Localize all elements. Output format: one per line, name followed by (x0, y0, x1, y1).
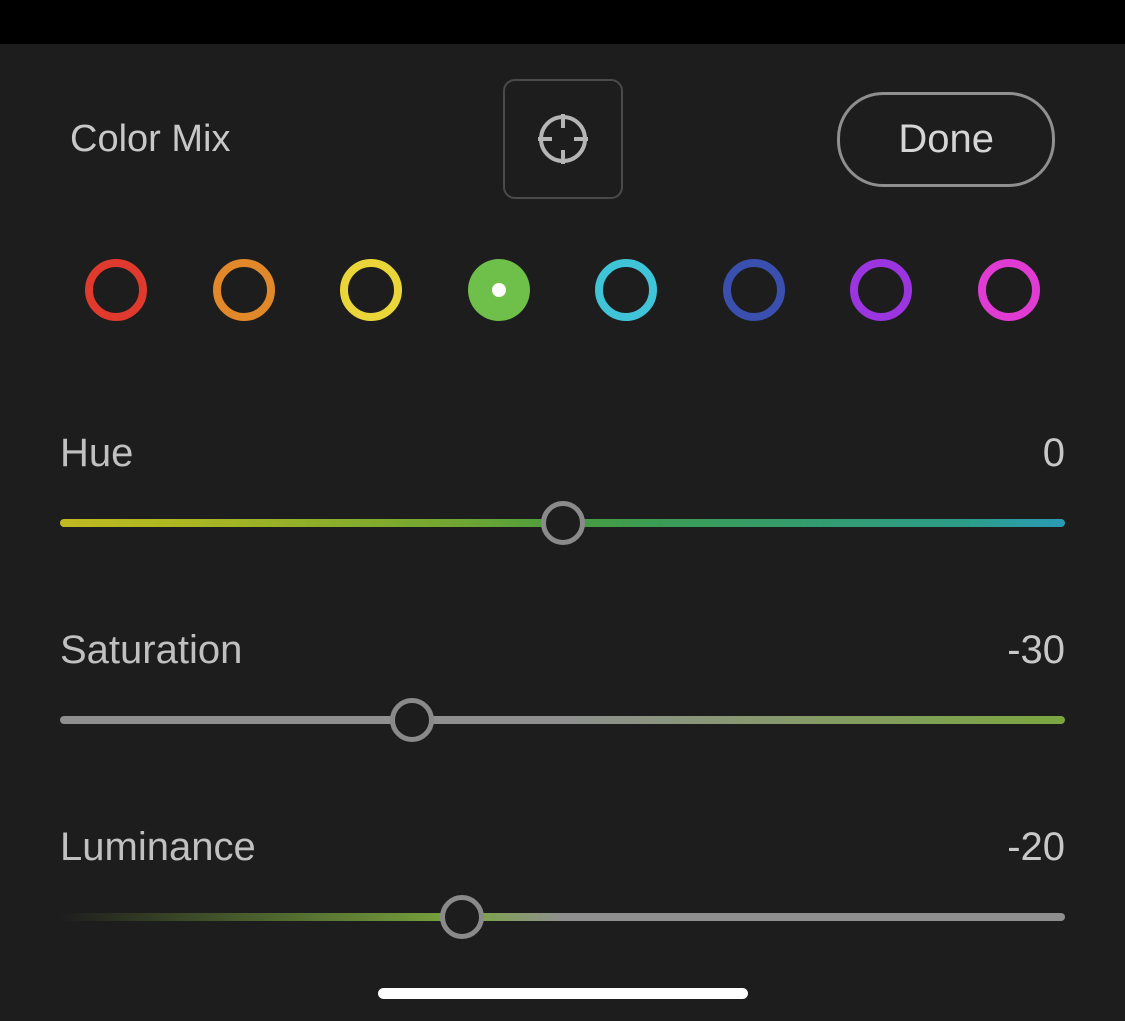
swatch-aqua[interactable] (595, 259, 657, 321)
target-adjustment-button[interactable] (503, 79, 623, 199)
saturation-track (60, 716, 1065, 724)
hue-value: 0 (1043, 431, 1065, 476)
color-mix-panel: Color Mix Done Hue 0 (0, 44, 1125, 1021)
luminance-slider-block: Luminance -20 (60, 825, 1065, 942)
done-button[interactable]: Done (837, 92, 1055, 187)
sliders-group: Hue 0 Saturation -30 Lu (0, 321, 1125, 942)
swatch-green[interactable] (468, 259, 530, 321)
saturation-slider-block: Saturation -30 (60, 628, 1065, 745)
luminance-handle[interactable] (440, 895, 484, 939)
swatch-yellow[interactable] (340, 259, 402, 321)
luminance-label: Luminance (60, 825, 256, 870)
swatch-red[interactable] (85, 259, 147, 321)
hue-label: Hue (60, 431, 133, 476)
target-icon (536, 112, 590, 166)
swatch-orange[interactable] (213, 259, 275, 321)
home-indicator[interactable] (378, 988, 748, 999)
saturation-value: -30 (1007, 628, 1065, 673)
hue-handle[interactable] (541, 501, 585, 545)
panel-title: Color Mix (70, 118, 230, 161)
hue-slider[interactable] (60, 498, 1065, 548)
luminance-track (60, 913, 1065, 921)
swatch-blue[interactable] (723, 259, 785, 321)
luminance-slider[interactable] (60, 892, 1065, 942)
panel-header: Color Mix Done (0, 79, 1125, 199)
hue-slider-block: Hue 0 (60, 431, 1065, 548)
saturation-label: Saturation (60, 628, 242, 673)
color-swatch-row (0, 199, 1125, 321)
saturation-handle[interactable] (390, 698, 434, 742)
swatch-magenta[interactable] (978, 259, 1040, 321)
saturation-slider[interactable] (60, 695, 1065, 745)
swatch-purple[interactable] (850, 259, 912, 321)
status-bar-blackout (0, 0, 1125, 44)
luminance-value: -20 (1007, 825, 1065, 870)
